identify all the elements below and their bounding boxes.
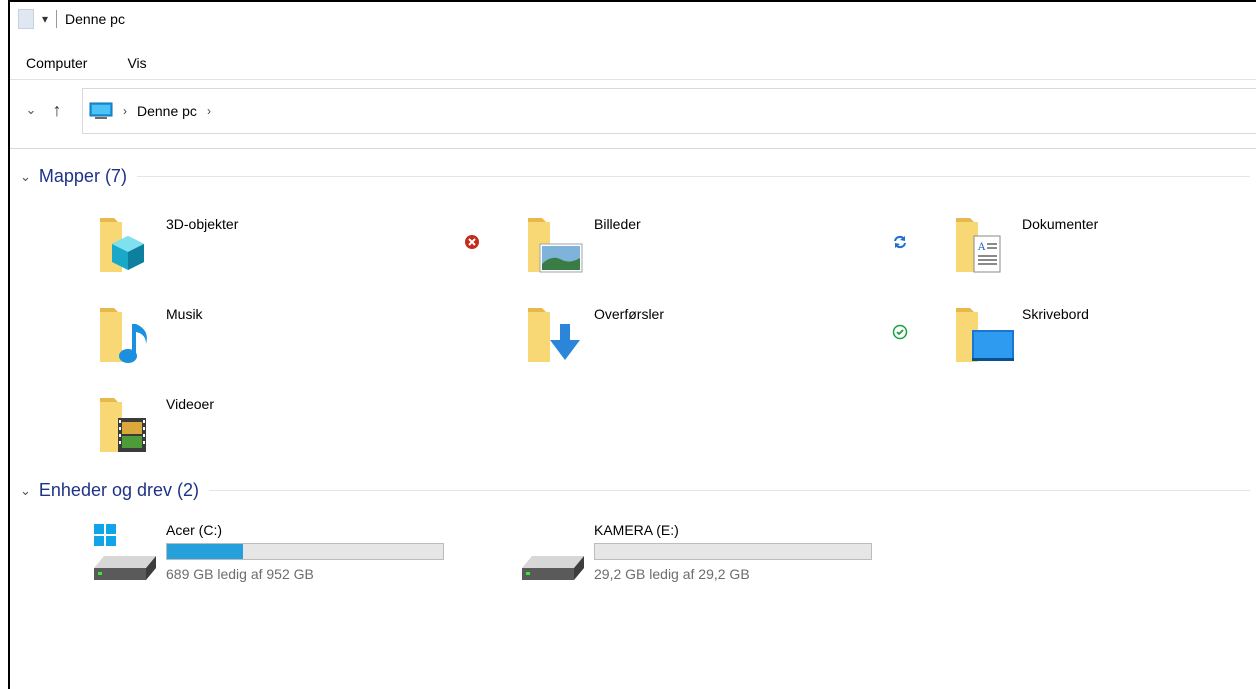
group-header-drives[interactable]: ⌄ Enheder og drev (2) [20, 480, 1250, 501]
folder-label: Videoer [166, 396, 215, 412]
up-arrow-icon[interactable]: ↑ [46, 99, 68, 121]
folder-label: Dokumenter [1022, 216, 1099, 232]
folder-label: Skrivebord [1022, 306, 1089, 322]
drive-free-space: 689 GB ledig af 952 GB [166, 566, 314, 582]
group-divider [136, 176, 1250, 177]
drive-usage-bar [594, 543, 872, 560]
folder-tile-skrivebord[interactable]: Skrivebord [954, 304, 1089, 366]
quick-access-dropdown-icon[interactable]: ▾ [42, 12, 48, 26]
address-bar[interactable]: › Denne pc › [82, 88, 1256, 134]
folder-videos-icon [100, 398, 146, 452]
document-icon[interactable] [18, 9, 34, 29]
navigation-row: ⌄ ↑ › Denne pc › [10, 88, 1256, 134]
folder-pictures-icon [528, 218, 583, 273]
folder-tile-3d-objekter[interactable]: 3D-objekter [98, 214, 238, 276]
folder-tile-videoer[interactable]: Videoer [98, 394, 214, 456]
folder-label: Overførsler [594, 306, 664, 322]
tab-vis[interactable]: Vis [127, 49, 146, 77]
error-status-icon [465, 235, 479, 249]
folder-downloads-icon [528, 308, 580, 362]
folder-tile-billeder[interactable]: Billeder [526, 214, 641, 276]
sync-status-icon [894, 235, 906, 249]
folder-3d-objects-icon [100, 218, 144, 272]
synced-status-icon [892, 324, 908, 340]
folder-music-icon [100, 308, 147, 363]
group-divider [209, 490, 1250, 491]
drive-usage-bar [166, 543, 444, 560]
drive-tile-acer-c[interactable]: Acer (C:) 689 GB ledig af 952 GB [90, 522, 444, 586]
folder-label: Musik [166, 306, 203, 322]
this-pc-icon [89, 102, 113, 119]
recent-locations-chevron-icon[interactable]: ⌄ [20, 99, 42, 121]
title-separator [56, 10, 58, 28]
folder-label: 3D-objekter [166, 216, 239, 232]
removable-drive-icon [522, 556, 584, 580]
explorer-window: ▾ Denne pc Computer Vis ⌄ ↑ › Denne pc ›… [8, 0, 1256, 689]
folder-tile-dokumenter[interactable]: A Dokumenter [954, 214, 1098, 276]
folder-label: Billeder [594, 216, 641, 232]
collapse-chevron-icon[interactable]: ⌄ [20, 169, 31, 185]
group-header-folders[interactable]: ⌄ Mapper (7) [20, 166, 1250, 187]
drive-free-space: 29,2 GB ledig af 29,2 GB [594, 566, 750, 582]
breadcrumb-denne-pc[interactable]: Denne pc [137, 103, 197, 119]
windows-drive-icon [94, 524, 156, 580]
collapse-chevron-icon[interactable]: ⌄ [20, 483, 31, 499]
drive-tile-kamera-e[interactable]: KAMERA (E:) 29,2 GB ledig af 29,2 GB [518, 522, 872, 586]
ribbon-tabs: Computer Vis [10, 47, 1256, 80]
title-bar: ▾ Denne pc [10, 2, 1256, 36]
group-title: Enheder og drev (2) [38, 480, 199, 500]
window-title: Denne pc [65, 11, 125, 27]
divider [10, 148, 1256, 149]
folder-documents-icon: A [956, 218, 1001, 273]
group-title: Mapper (7) [38, 166, 127, 186]
drive-name: Acer (C:) [166, 522, 222, 538]
folder-tile-overforsler[interactable]: Overførsler [526, 304, 664, 366]
breadcrumb-chevron-icon[interactable]: › [207, 104, 211, 118]
breadcrumb-separator-icon[interactable]: › [123, 104, 127, 118]
svg-text:A: A [977, 242, 986, 253]
tab-computer[interactable]: Computer [26, 49, 87, 77]
drive-name: KAMERA (E:) [594, 522, 679, 538]
folder-desktop-icon [956, 308, 1014, 362]
folder-tile-musik[interactable]: Musik [98, 304, 203, 366]
drive-usage-fill [167, 544, 244, 559]
